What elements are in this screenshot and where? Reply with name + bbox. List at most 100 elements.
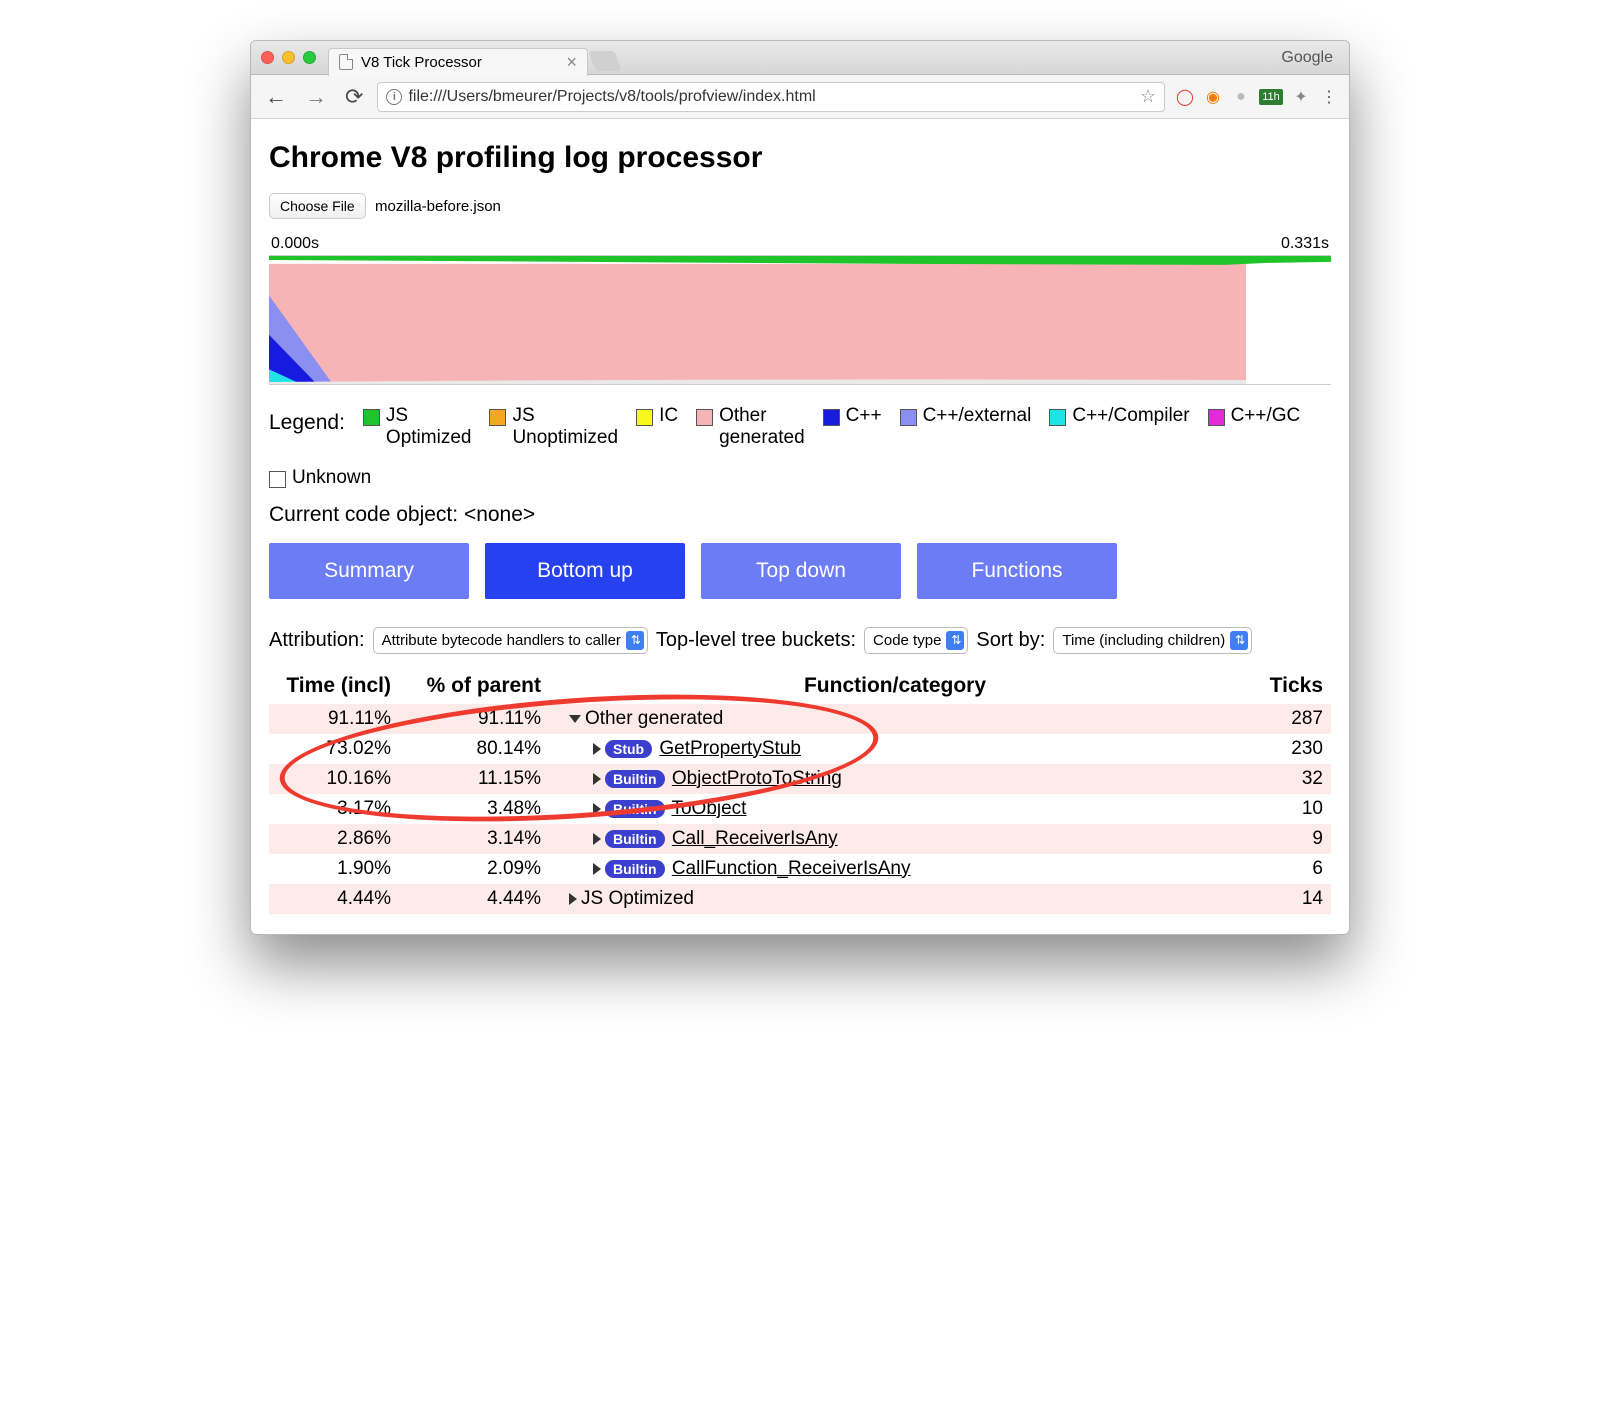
results-table: Time (incl) % of parent Function/categor…: [269, 668, 1331, 914]
time-start: 0.000s: [271, 235, 319, 253]
function-link[interactable]: ObjectProtoToString: [672, 768, 842, 789]
new-tab-button[interactable]: [588, 51, 621, 71]
chevron-right-icon[interactable]: [593, 773, 601, 785]
col-fn: Function/category: [549, 668, 1241, 704]
type-badge: Builtin: [605, 860, 665, 878]
file-chooser-row: Choose File mozilla-before.json: [269, 193, 1331, 219]
table-row[interactable]: 4.44%4.44%JS Optimized14: [269, 884, 1331, 914]
current-code-object: Current code object: <none>: [269, 503, 1331, 527]
legend-text: JSOptimized: [386, 405, 472, 449]
table-row[interactable]: 10.16%11.15%Builtin ObjectProtoToString3…: [269, 764, 1331, 794]
legend-text: Unknown: [292, 467, 371, 489]
legend-item: JSOptimized: [363, 405, 472, 449]
profile-label[interactable]: Google: [1281, 49, 1339, 67]
legend-item: Unknown: [269, 467, 371, 489]
choose-file-button[interactable]: Choose File: [269, 193, 366, 219]
type-badge: Builtin: [605, 770, 665, 788]
close-tab-icon[interactable]: ×: [566, 52, 577, 73]
col-ticks: Ticks: [1241, 668, 1331, 704]
view-tab-functions[interactable]: Functions: [917, 543, 1117, 599]
table-row[interactable]: 73.02%80.14%Stub GetPropertyStub230: [269, 734, 1331, 764]
legend-swatch: [823, 409, 840, 426]
chevron-right-icon[interactable]: [593, 863, 601, 875]
time-end: 0.331s: [1281, 235, 1329, 253]
timeline-labels: 0.000s 0.331s: [269, 235, 1331, 253]
extension-icon-1[interactable]: ◯: [1175, 87, 1195, 107]
legend-text: C++: [846, 405, 882, 427]
page-content: Chrome V8 profiling log processor Choose…: [251, 119, 1349, 934]
window-titlebar: V8 Tick Processor × Google: [251, 41, 1349, 75]
menu-icon[interactable]: ⋮: [1319, 87, 1339, 107]
attribution-label: Attribution:: [269, 629, 365, 652]
view-tabs: Summary Bottom up Top down Functions: [269, 543, 1331, 599]
extension-icon-3[interactable]: ●: [1231, 87, 1251, 107]
legend-text: JSUnoptimized: [512, 405, 618, 449]
legend-text: IC: [659, 405, 678, 427]
maximize-window-icon[interactable]: [303, 51, 316, 64]
browser-tab[interactable]: V8 Tick Processor ×: [328, 48, 588, 76]
back-button[interactable]: ←: [261, 84, 291, 110]
bookmark-icon[interactable]: ☆: [1140, 86, 1156, 107]
browser-toolbar: ← → ⟳ i file:///Users/bmeurer/Projects/v…: [251, 75, 1349, 119]
results-table-wrap: Time (incl) % of parent Function/categor…: [269, 668, 1331, 914]
legend-swatch: [1049, 409, 1066, 426]
legend-swatch: [489, 409, 506, 426]
legend-item: C++/Compiler: [1049, 405, 1189, 427]
legend-item: Othergenerated: [696, 405, 805, 449]
legend-text: C++/GC: [1231, 405, 1301, 427]
browser-window: V8 Tick Processor × Google ← → ⟳ i file:…: [250, 40, 1350, 935]
table-row[interactable]: 91.11%91.11%Other generated287: [269, 704, 1331, 734]
page-heading: Chrome V8 profiling log processor: [269, 141, 1331, 175]
chevron-right-icon[interactable]: [569, 893, 577, 905]
chevron-right-icon[interactable]: [593, 833, 601, 845]
view-tab-summary[interactable]: Summary: [269, 543, 469, 599]
col-time: Time (incl): [269, 668, 399, 704]
extension-icon-4[interactable]: 11h: [1259, 89, 1283, 105]
chosen-filename: mozilla-before.json: [375, 198, 501, 215]
function-link[interactable]: Call_ReceiverIsAny: [672, 828, 838, 849]
col-pct: % of parent: [399, 668, 549, 704]
timeline-chart[interactable]: [269, 255, 1331, 385]
legend-item: IC: [636, 405, 678, 427]
close-window-icon[interactable]: [261, 51, 274, 64]
legend-swatch: [269, 471, 286, 488]
extension-icon-2[interactable]: ◉: [1203, 87, 1223, 107]
traffic-lights: [261, 51, 316, 64]
legend: Legend: JSOptimized JSUnoptimized IC Otherg…: [269, 405, 1331, 489]
controls-row: Attribution: Attribute bytecode handlers…: [269, 627, 1331, 654]
legend-swatch: [1208, 409, 1225, 426]
forward-button[interactable]: →: [301, 84, 331, 110]
legend-label: Legend:: [269, 411, 345, 435]
legend-text: C++/external: [923, 405, 1032, 427]
view-tab-bottom-up[interactable]: Bottom up: [485, 543, 685, 599]
buckets-select[interactable]: Code type: [864, 627, 968, 654]
table-row[interactable]: 3.17%3.48%Builtin ToObject10: [269, 794, 1331, 824]
legend-item: JSUnoptimized: [489, 405, 618, 449]
attribution-select[interactable]: Attribute bytecode handlers to caller: [373, 627, 648, 654]
legend-swatch: [900, 409, 917, 426]
tab-title: V8 Tick Processor: [361, 54, 482, 71]
reload-button[interactable]: ⟳: [341, 84, 367, 110]
address-bar[interactable]: i file:///Users/bmeurer/Projects/v8/tool…: [377, 82, 1165, 112]
function-link[interactable]: ToObject: [671, 798, 746, 819]
current-obj-value: <none>: [464, 503, 535, 526]
table-row[interactable]: 1.90%2.09%Builtin CallFunction_ReceiverI…: [269, 854, 1331, 884]
chevron-right-icon[interactable]: [593, 803, 601, 815]
legend-swatch: [363, 409, 380, 426]
chevron-right-icon[interactable]: [593, 743, 601, 755]
sort-label: Sort by:: [976, 629, 1045, 652]
minimize-window-icon[interactable]: [282, 51, 295, 64]
chevron-down-icon[interactable]: [569, 715, 581, 723]
sort-select[interactable]: Time (including children): [1053, 627, 1252, 654]
legend-swatch: [696, 409, 713, 426]
view-tab-top-down[interactable]: Top down: [701, 543, 901, 599]
buckets-label: Top-level tree buckets:: [656, 629, 856, 652]
legend-swatch: [636, 409, 653, 426]
function-link[interactable]: CallFunction_ReceiverIsAny: [672, 858, 911, 879]
page-icon: [339, 54, 353, 70]
function-link[interactable]: GetPropertyStub: [659, 738, 801, 759]
site-info-icon[interactable]: i: [386, 89, 402, 105]
extension-icon-5[interactable]: ✦: [1291, 87, 1311, 107]
table-row[interactable]: 2.86%3.14%Builtin Call_ReceiverIsAny9: [269, 824, 1331, 854]
legend-item: C++/GC: [1208, 405, 1301, 427]
